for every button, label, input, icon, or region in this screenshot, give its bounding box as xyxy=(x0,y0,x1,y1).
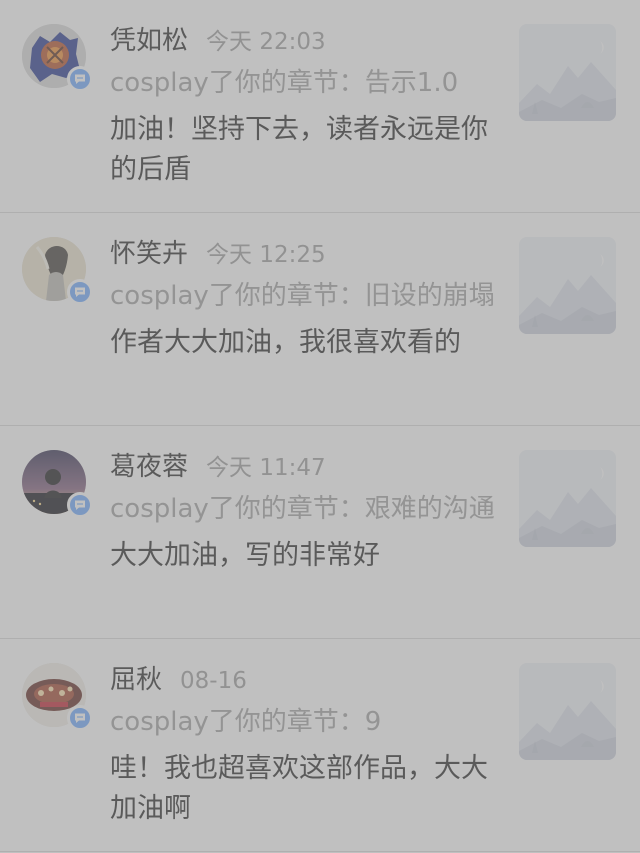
chapter-action-text[interactable]: cosplay了你的章节：艰难的沟通 xyxy=(110,490,500,528)
notification-item[interactable]: 怀笑卉 今天 12:25 cosplay了你的章节：旧设的崩塌 作者大大加油，我… xyxy=(0,213,640,426)
mountain-placeholder-icon xyxy=(519,24,616,121)
chapter-thumbnail[interactable] xyxy=(519,24,616,121)
chapter-action-text[interactable]: cosplay了你的章节：9 xyxy=(110,703,500,741)
comment-icon xyxy=(75,713,85,723)
comment-icon xyxy=(75,500,85,510)
comment-badge xyxy=(67,705,93,731)
username[interactable]: 怀笑卉 xyxy=(110,231,188,277)
comment-badge xyxy=(67,279,93,305)
avatar-container[interactable] xyxy=(22,663,93,731)
notification-header: 屈秋 08-16 xyxy=(110,657,500,703)
chapter-action-text[interactable]: cosplay了你的章节：告示1.0 xyxy=(110,64,500,102)
timestamp: 今天 12:25 xyxy=(206,242,326,268)
notification-header: 葛夜蓉 今天 11:47 xyxy=(110,444,500,490)
timestamp: 08-16 xyxy=(180,668,247,694)
username[interactable]: 凭如松 xyxy=(110,18,188,64)
timestamp: 今天 22:03 xyxy=(206,29,326,55)
timestamp: 今天 11:47 xyxy=(206,455,326,481)
notification-content: 葛夜蓉 今天 11:47 cosplay了你的章节：艰难的沟通 大大加油，写的非… xyxy=(110,444,500,576)
comment-icon xyxy=(75,74,85,84)
comment-notification-list: 凭如松 今天 22:03 cosplay了你的章节：告示1.0 加油！坚持下去，… xyxy=(0,0,640,852)
chapter-thumbnail[interactable] xyxy=(519,450,616,547)
notification-item[interactable]: 葛夜蓉 今天 11:47 cosplay了你的章节：艰难的沟通 大大加油，写的非… xyxy=(0,426,640,639)
notification-content: 屈秋 08-16 cosplay了你的章节：9 哇！我也超喜欢这部作品，大大加油… xyxy=(110,657,500,829)
comment-text: 哇！我也超喜欢这部作品，大大加油啊 xyxy=(110,753,488,824)
username[interactable]: 屈秋 xyxy=(110,657,162,703)
notification-item[interactable]: 凭如松 今天 22:03 cosplay了你的章节：告示1.0 加油！坚持下去，… xyxy=(0,0,640,213)
avatar-container[interactable] xyxy=(22,24,93,92)
mountain-placeholder-icon xyxy=(519,663,616,760)
comment-text: 作者大大加油，我很喜欢看的 xyxy=(110,327,461,358)
notification-content: 怀笑卉 今天 12:25 cosplay了你的章节：旧设的崩塌 作者大大加油，我… xyxy=(110,231,500,363)
notification-header: 凭如松 今天 22:03 xyxy=(110,18,500,64)
comment-text: 大大加油，写的非常好 xyxy=(110,540,380,571)
notifications-screen: 凭如松 今天 22:03 cosplay了你的章节：告示1.0 加油！坚持下去，… xyxy=(0,0,640,853)
chapter-action-text[interactable]: cosplay了你的章节：旧设的崩塌 xyxy=(110,277,500,315)
comment-text: 加油！坚持下去，读者永远是你的后盾 xyxy=(110,114,488,185)
mountain-placeholder-icon xyxy=(519,450,616,547)
username[interactable]: 葛夜蓉 xyxy=(110,444,188,490)
notification-item[interactable]: 屈秋 08-16 cosplay了你的章节：9 哇！我也超喜欢这部作品，大大加油… xyxy=(0,639,640,852)
comment-badge xyxy=(67,66,93,92)
mountain-placeholder-icon xyxy=(519,237,616,334)
notification-header: 怀笑卉 今天 12:25 xyxy=(110,231,500,277)
chapter-thumbnail[interactable] xyxy=(519,237,616,334)
comment-badge xyxy=(67,492,93,518)
avatar-container[interactable] xyxy=(22,450,93,518)
avatar-container[interactable] xyxy=(22,237,93,305)
notification-content: 凭如松 今天 22:03 cosplay了你的章节：告示1.0 加油！坚持下去，… xyxy=(110,18,500,190)
comment-icon xyxy=(75,287,85,297)
chapter-thumbnail[interactable] xyxy=(519,663,616,760)
